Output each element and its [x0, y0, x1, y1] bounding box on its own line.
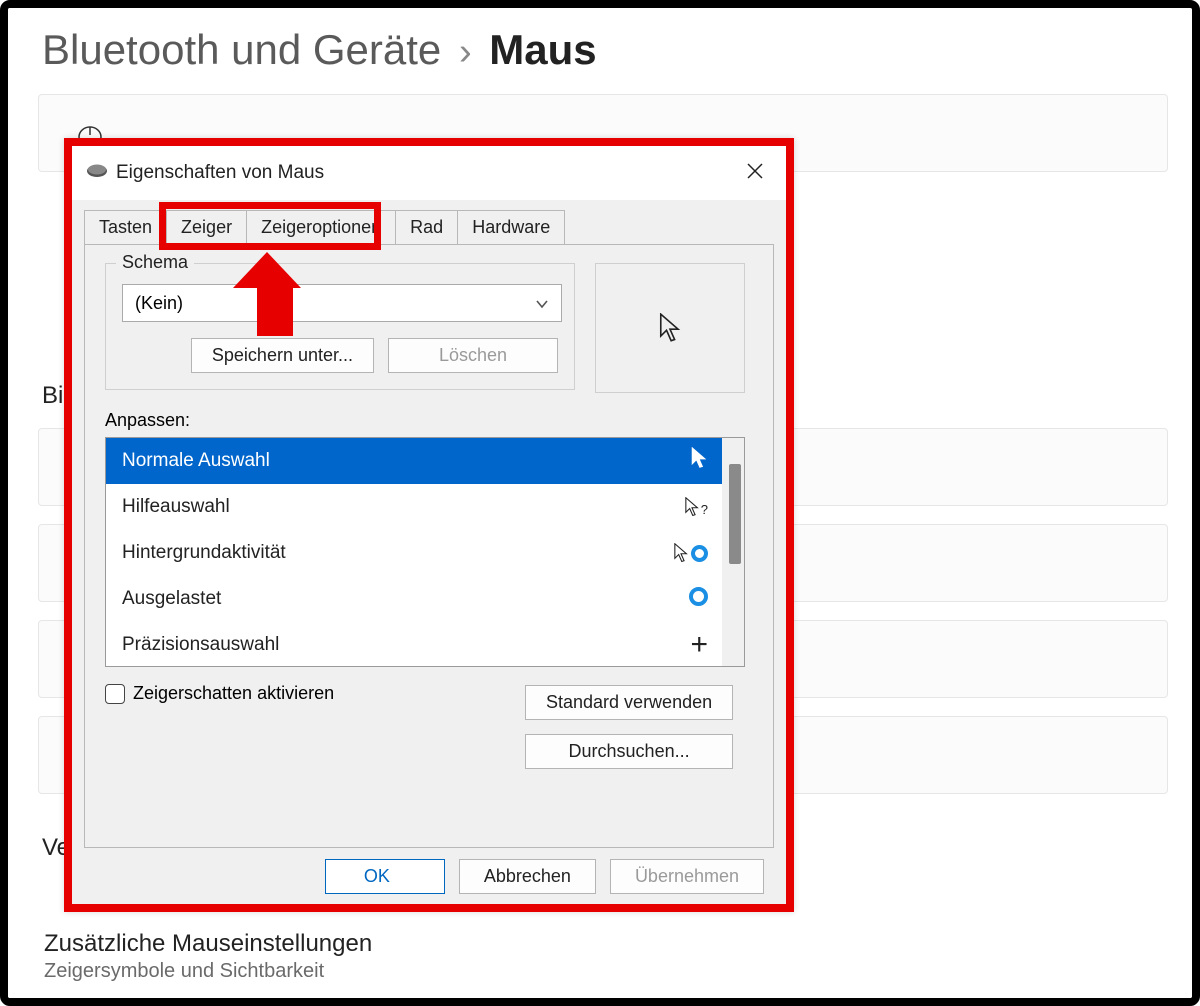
tab-strip: Tasten Zeiger Zeigeroptionen Rad Hardwar…	[84, 210, 774, 244]
dialog-title: Eigenschaften von Maus	[116, 162, 324, 184]
schema-legend: Schema	[116, 252, 194, 273]
breadcrumb-separator: ›	[453, 31, 478, 73]
cursor-background-busy-icon	[673, 543, 708, 563]
cursor-busy-icon	[689, 587, 708, 612]
pointer-shadow-label: Zeigerschatten aktivieren	[133, 683, 334, 704]
close-button[interactable]	[738, 158, 772, 189]
chevron-down-icon	[535, 293, 549, 314]
mouse-properties-dialog: Eigenschaften von Maus Tasten Zeiger Zei…	[64, 138, 794, 912]
scrollbar-thumb[interactable]	[729, 464, 741, 564]
cursor-item-help[interactable]: Hilfeauswahl ?	[106, 484, 724, 530]
dialog-titlebar: Eigenschaften von Maus	[72, 146, 786, 200]
apply-button: Übernehmen	[610, 859, 764, 894]
cursor-item-label: Ausgelastet	[122, 588, 221, 610]
cursor-listbox[interactable]: Normale Auswahl Hilfeauswahl ? Hinte	[105, 437, 745, 667]
tab-tasten[interactable]: Tasten	[84, 210, 167, 244]
breadcrumb-current: Maus	[489, 26, 596, 73]
pointer-shadow-checkbox[interactable]	[105, 684, 125, 704]
listbox-scrollbar[interactable]	[722, 438, 744, 666]
save-as-button[interactable]: Speichern unter...	[191, 338, 374, 373]
breadcrumb-parent[interactable]: Bluetooth und Geräte	[42, 26, 441, 73]
cursor-item-background-busy[interactable]: Hintergrundaktivität	[106, 530, 724, 576]
schema-value: (Kein)	[135, 293, 183, 314]
ok-button[interactable]: OK	[325, 859, 445, 894]
cursor-item-label: Hintergrundaktivität	[122, 542, 286, 564]
mouse-device-icon	[86, 163, 108, 184]
cursor-arrow-icon	[690, 447, 708, 475]
cursor-item-precision[interactable]: Präzisionsauswahl +	[106, 622, 724, 667]
tab-panel-zeiger: Schema (Kein) Speichern unter... Löschen…	[84, 244, 774, 848]
tab-zeigeroptionen[interactable]: Zeigeroptionen	[246, 210, 396, 244]
cancel-button[interactable]: Abbrechen	[459, 859, 596, 894]
schema-groupbox: Schema (Kein) Speichern unter... Löschen	[105, 263, 575, 390]
cursor-help-icon: ?	[684, 497, 708, 517]
cursor-item-label: Normale Auswahl	[122, 450, 270, 472]
annotation-arrow-icon	[249, 252, 301, 336]
use-default-button[interactable]: Standard verwenden	[525, 685, 733, 720]
cursor-item-label: Hilfeauswahl	[122, 496, 230, 518]
cursor-item-normal[interactable]: Normale Auswahl	[106, 438, 724, 484]
additional-settings-subtitle: Zeigersymbole und Sichtbarkeit	[44, 960, 1156, 983]
browse-button[interactable]: Durchsuchen...	[525, 734, 733, 769]
breadcrumb: Bluetooth und Geräte › Maus	[42, 26, 1162, 74]
tab-zeiger[interactable]: Zeiger	[166, 210, 247, 245]
customize-label: Anpassen:	[105, 410, 753, 431]
cursor-item-busy[interactable]: Ausgelastet	[106, 576, 724, 622]
cursor-item-label: Präzisionsauswahl	[122, 634, 279, 656]
tab-hardware[interactable]: Hardware	[457, 210, 565, 244]
additional-settings-title[interactable]: Zusätzliche Mauseinstellungen	[44, 930, 1156, 958]
cursor-precision-icon: +	[690, 636, 708, 654]
cursor-preview	[595, 263, 745, 393]
tab-rad[interactable]: Rad	[395, 210, 458, 244]
delete-button: Löschen	[388, 338, 558, 373]
schema-combobox[interactable]: (Kein)	[122, 284, 562, 322]
